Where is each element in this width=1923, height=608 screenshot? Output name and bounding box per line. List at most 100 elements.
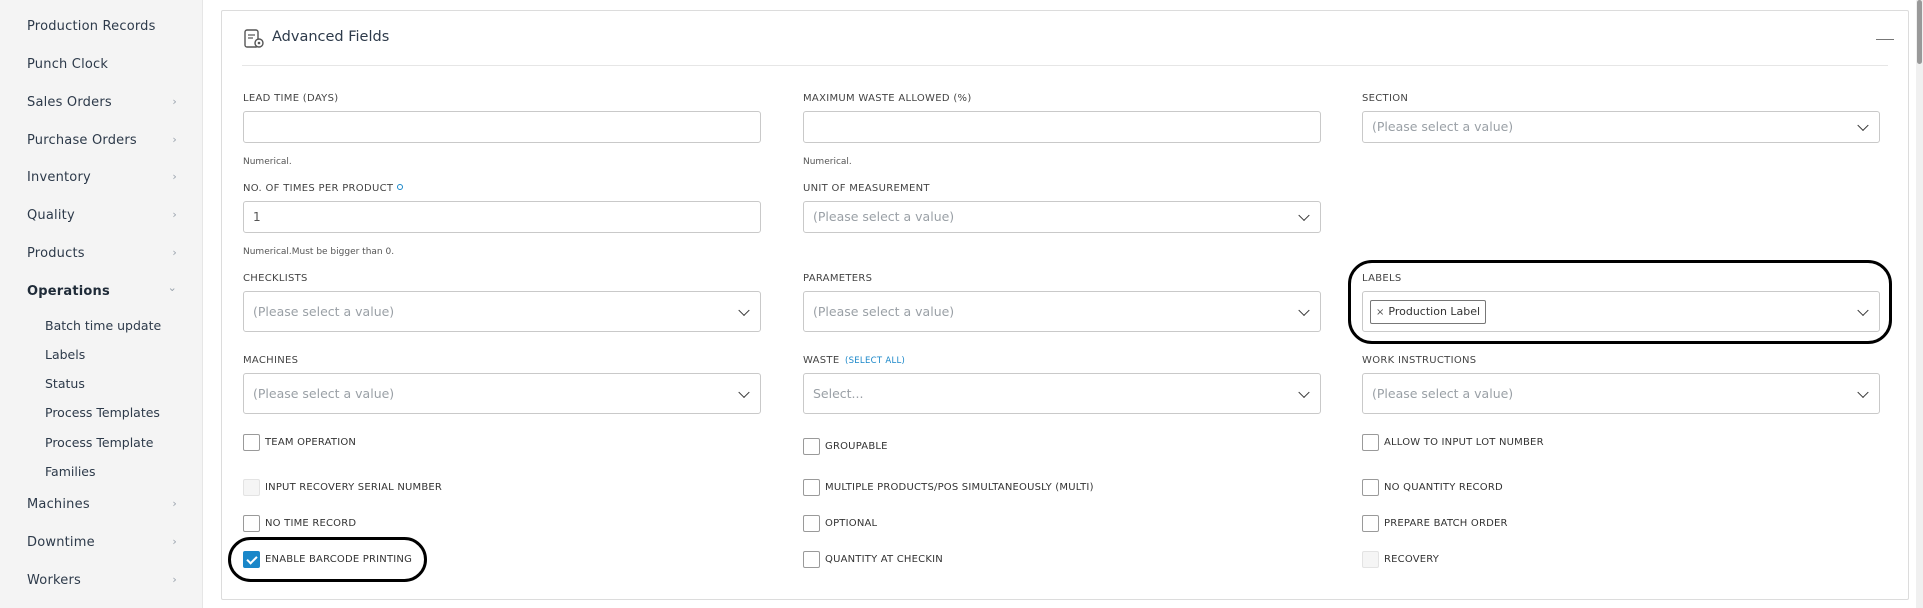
chevron-down-icon bbox=[1857, 386, 1869, 398]
checkbox-box[interactable] bbox=[803, 479, 820, 496]
sidebar-item-production-records[interactable]: Production Records bbox=[27, 19, 177, 34]
lead-time-input[interactable] bbox=[243, 111, 761, 143]
checkbox-box[interactable] bbox=[243, 551, 260, 568]
chevron-right-icon: › bbox=[172, 170, 177, 183]
sidebar-item-operations[interactable]: Operations ⌄ bbox=[27, 281, 177, 299]
unit-of-measurement-label: UNIT OF MEASUREMENT bbox=[803, 183, 930, 194]
sidebar-item-label: Punch Clock bbox=[27, 57, 109, 72]
sidebar-subitem-labels[interactable]: Labels bbox=[45, 347, 85, 362]
checkbox-label: GROUPABLE bbox=[825, 441, 888, 452]
sidebar-item-sales-orders[interactable]: Sales Orders › bbox=[27, 95, 177, 110]
checkbox-box[interactable] bbox=[803, 438, 820, 455]
max-waste-input[interactable] bbox=[803, 111, 1321, 143]
lead-time-hint: Numerical. bbox=[243, 157, 292, 167]
sidebar-item-machines[interactable]: Machines › bbox=[27, 497, 177, 512]
team-operation-checkbox[interactable]: TEAM OPERATION bbox=[243, 434, 356, 451]
times-per-product-label: NO. OF TIMES PER PRODUCT bbox=[243, 183, 404, 194]
times-per-product-hint: Numerical.Must be bigger than 0. bbox=[243, 247, 395, 257]
scrollbar-thumb[interactable] bbox=[1917, 0, 1922, 64]
sidebar-item-label: Operations bbox=[27, 284, 110, 299]
chevron-right-icon: › bbox=[172, 497, 177, 510]
sidebar-item-quality[interactable]: Quality › bbox=[27, 208, 177, 223]
lead-time-label: LEAD TIME (DAYS) bbox=[243, 93, 339, 104]
chevron-down-icon bbox=[738, 386, 750, 398]
sidebar-item-downtime[interactable]: Downtime › bbox=[27, 535, 177, 550]
sidebar-item-punch-clock[interactable]: Punch Clock bbox=[27, 57, 177, 72]
sidebar-item-products[interactable]: Products › bbox=[27, 246, 177, 261]
collapse-icon[interactable] bbox=[1876, 39, 1894, 40]
machines-select[interactable]: (Please select a value) bbox=[243, 373, 761, 414]
info-icon[interactable] bbox=[397, 184, 404, 190]
sidebar-subitem-process-templates[interactable]: Process Templates bbox=[45, 405, 160, 420]
chevron-down-icon bbox=[1298, 304, 1310, 316]
quantity-at-checkin-checkbox[interactable]: QUANTITY AT CHECKIN bbox=[803, 551, 943, 568]
allow-lot-number-checkbox[interactable]: ALLOW TO INPUT LOT NUMBER bbox=[1362, 434, 1544, 451]
no-time-record-checkbox[interactable]: NO TIME RECORD bbox=[243, 515, 356, 532]
section-placeholder: (Please select a value) bbox=[1372, 119, 1514, 134]
section-select[interactable]: (Please select a value) bbox=[1362, 111, 1880, 143]
select-all-link[interactable]: (SELECT ALL) bbox=[845, 356, 905, 366]
enable-barcode-printing-checkbox[interactable]: ENABLE BARCODE PRINTING bbox=[243, 551, 412, 568]
parameters-select[interactable]: (Please select a value) bbox=[803, 291, 1321, 332]
sidebar-item-label: Machines bbox=[27, 497, 90, 512]
multiple-products-checkbox[interactable]: MULTIPLE PRODUCTS/POS SIMULTANEOUSLY (MU… bbox=[803, 479, 1094, 496]
chevron-down-icon bbox=[1857, 119, 1869, 132]
checkbox-label: PREPARE BATCH ORDER bbox=[1384, 518, 1508, 529]
checkbox-label: OPTIONAL bbox=[825, 518, 878, 529]
sidebar-subitem-status[interactable]: Status bbox=[45, 376, 85, 391]
checkbox-label: INPUT RECOVERY SERIAL NUMBER bbox=[265, 482, 443, 493]
checklists-select[interactable]: (Please select a value) bbox=[243, 291, 761, 332]
unit-of-measurement-select[interactable]: (Please select a value) bbox=[803, 201, 1321, 233]
labels-select[interactable]: × Production Label bbox=[1362, 291, 1880, 332]
sidebar-item-label: Inventory bbox=[27, 170, 91, 185]
prepare-batch-order-checkbox[interactable]: PREPARE BATCH ORDER bbox=[1362, 515, 1508, 532]
checkbox-box[interactable] bbox=[803, 551, 820, 568]
checkbox-box[interactable] bbox=[803, 515, 820, 532]
sidebar-subitem-batch-time-update[interactable]: Batch time update bbox=[45, 318, 161, 333]
checkbox-box[interactable] bbox=[243, 434, 260, 451]
checkbox-box[interactable] bbox=[1362, 479, 1379, 496]
sidebar-item-workers[interactable]: Workers › bbox=[27, 573, 177, 588]
parameters-label: PARAMETERS bbox=[803, 273, 873, 284]
no-quantity-record-checkbox[interactable]: NO QUANTITY RECORD bbox=[1362, 479, 1503, 496]
sidebar-item-label: Purchase Orders bbox=[27, 133, 137, 148]
panel-header: Advanced Fields bbox=[222, 11, 1908, 65]
sidebar-subitem-families[interactable]: Families bbox=[45, 464, 96, 479]
chevron-right-icon: › bbox=[172, 246, 177, 259]
work-instructions-label: WORK INSTRUCTIONS bbox=[1362, 355, 1477, 366]
times-per-product-label-text: NO. OF TIMES PER PRODUCT bbox=[243, 183, 394, 194]
checkbox-label: ENABLE BARCODE PRINTING bbox=[265, 554, 413, 565]
optional-checkbox[interactable]: OPTIONAL bbox=[803, 515, 877, 532]
checkbox-box[interactable] bbox=[243, 515, 260, 532]
waste-label: WASTE (SELECT ALL) bbox=[803, 355, 905, 366]
groupable-checkbox[interactable]: GROUPABLE bbox=[803, 438, 888, 455]
sidebar-item-inventory[interactable]: Inventory › bbox=[27, 170, 177, 185]
section-label: SECTION bbox=[1362, 93, 1409, 104]
scrollbar[interactable] bbox=[1916, 0, 1923, 608]
production-label-tag: × Production Label bbox=[1370, 300, 1487, 324]
times-per-product-input[interactable]: 1 bbox=[243, 201, 761, 233]
remove-tag-icon[interactable]: × bbox=[1376, 307, 1384, 318]
checkbox-box[interactable] bbox=[1362, 515, 1379, 532]
settings-document-icon bbox=[244, 29, 264, 48]
checkbox-box[interactable] bbox=[1362, 434, 1379, 451]
sidebar-subitem-process-template[interactable]: Process Template bbox=[45, 435, 153, 450]
sidebar-item-label: Quality bbox=[27, 208, 75, 223]
checkbox-box bbox=[1362, 551, 1379, 568]
sidebar-item-purchase-orders[interactable]: Purchase Orders › bbox=[27, 133, 177, 148]
advanced-fields-panel: Advanced Fields LEAD TIME (DAYS) Numeric… bbox=[221, 10, 1909, 600]
recovery-checkbox[interactable]: RECOVERY bbox=[1362, 551, 1439, 568]
sidebar-item-label: Sales Orders bbox=[27, 95, 112, 110]
waste-select[interactable]: Select... bbox=[803, 373, 1321, 414]
chevron-right-icon: › bbox=[172, 208, 177, 221]
unit-placeholder: (Please select a value) bbox=[813, 209, 955, 224]
header-divider bbox=[242, 65, 1888, 66]
work-instructions-placeholder: (Please select a value) bbox=[1372, 386, 1514, 401]
panel-title: Advanced Fields bbox=[272, 29, 390, 45]
input-recovery-serial-checkbox[interactable]: INPUT RECOVERY SERIAL NUMBER bbox=[243, 479, 442, 496]
max-waste-hint: Numerical. bbox=[803, 157, 852, 167]
labels-label: LABELS bbox=[1362, 273, 1402, 284]
work-instructions-select[interactable]: (Please select a value) bbox=[1362, 373, 1880, 414]
sidebar: Production Records Punch Clock Sales Ord… bbox=[0, 0, 203, 608]
chevron-right-icon: › bbox=[172, 133, 177, 146]
